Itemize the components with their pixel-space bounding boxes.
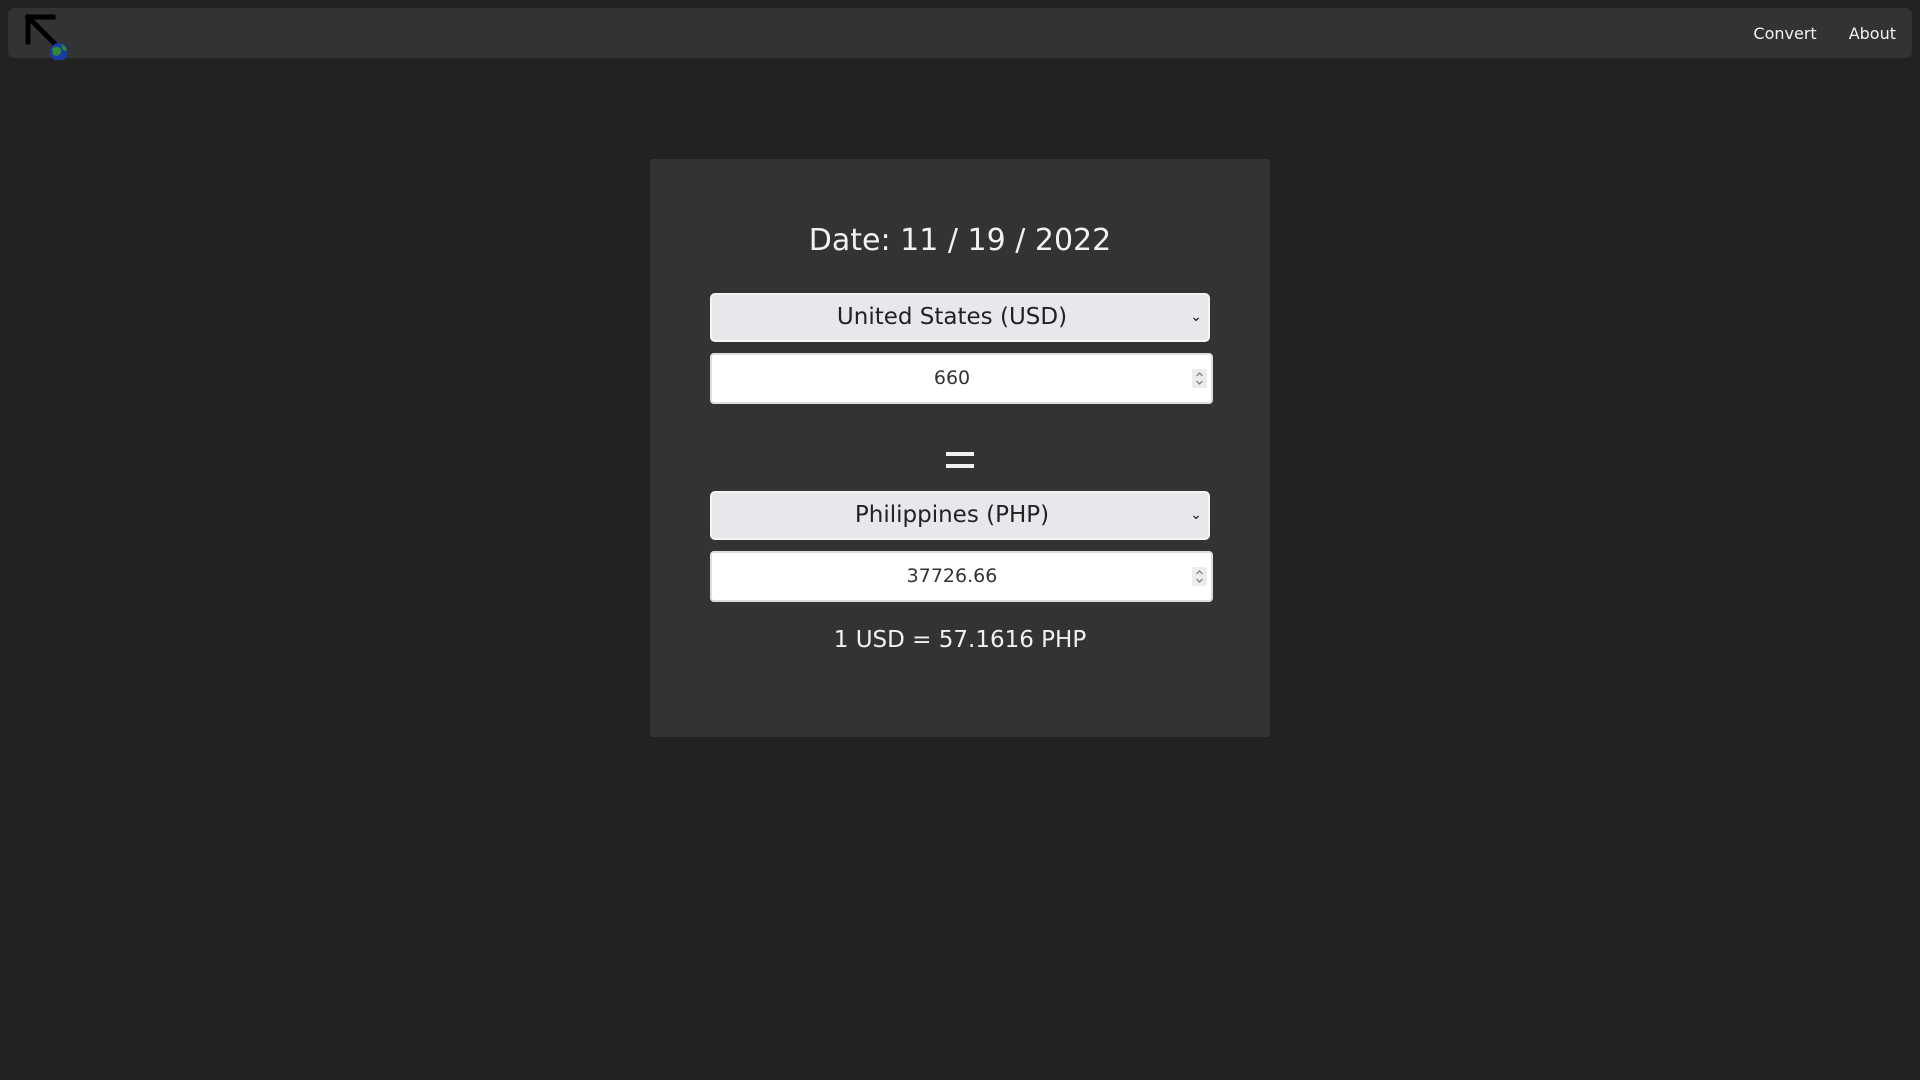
logo-icon[interactable] bbox=[19, 12, 68, 61]
to-currency-select[interactable]: Philippines (PHP) ⌄ bbox=[710, 491, 1210, 540]
date-label: Date: 11 / 19 / 2022 bbox=[808, 223, 1112, 258]
nav-links: Convert About bbox=[1753, 8, 1896, 58]
converter-card: Date: 11 / 19 / 2022 United States (USD)… bbox=[650, 159, 1270, 737]
from-currency-select[interactable]: United States (USD) ⌄ bbox=[710, 293, 1210, 342]
to-currency-value: Philippines (PHP) bbox=[854, 502, 1050, 528]
to-amount-value: 37726.66 bbox=[906, 565, 998, 587]
from-currency-value: United States (USD) bbox=[836, 304, 1068, 330]
chevron-down-icon: ⌄ bbox=[1190, 309, 1202, 325]
from-amount-spinner[interactable] bbox=[1192, 369, 1207, 388]
nav-link-about[interactable]: About bbox=[1849, 24, 1896, 43]
chevron-down-icon: ⌄ bbox=[1190, 507, 1202, 523]
to-amount-input[interactable]: 37726.66 bbox=[710, 551, 1213, 602]
to-amount-spinner[interactable] bbox=[1192, 567, 1207, 586]
navbar: Convert About bbox=[8, 8, 1912, 61]
equals-icon bbox=[650, 436, 1270, 486]
exchange-rate-text: 1 USD = 57.1616 PHP bbox=[833, 627, 1087, 653]
from-amount-value: 660 bbox=[933, 367, 971, 389]
nav-link-convert[interactable]: Convert bbox=[1753, 24, 1816, 43]
from-amount-input[interactable]: 660 bbox=[710, 353, 1213, 404]
